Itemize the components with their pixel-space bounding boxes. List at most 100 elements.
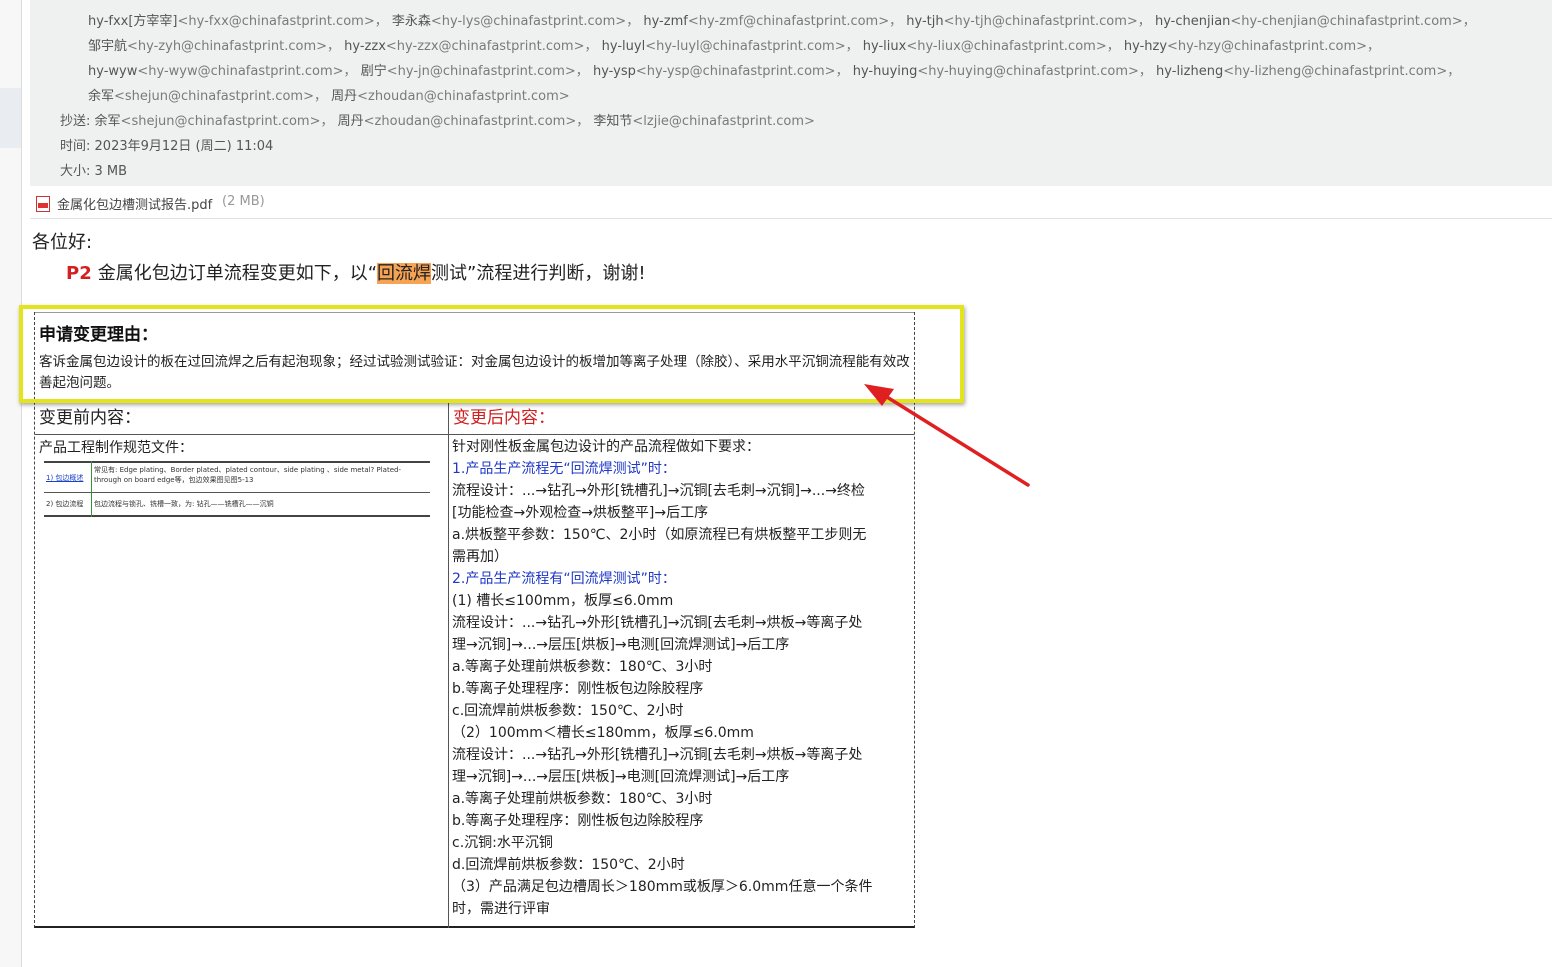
row-divider bbox=[35, 434, 914, 435]
after-line: 时，需进行评审 bbox=[452, 901, 550, 917]
time-label: 时间: bbox=[60, 139, 91, 154]
recipient-name[interactable]: 李知节 bbox=[593, 114, 632, 129]
recipient-email: <hy-liux@chinafastprint.com>， bbox=[906, 39, 1120, 54]
email-header: hy-fxx[方宰宰]<hy-fxx@chinafastprint.com>， … bbox=[30, 0, 1552, 186]
notice-text-before: 金属化包边订单流程变更如下，以“ bbox=[97, 263, 378, 284]
recipients-line-3: hy-wyw<hy-wyw@chinafastprint.com>， 剧宁<hy… bbox=[88, 60, 1460, 79]
recipients-line-4: 余军<shejun@chinafastprint.com>， 周丹<zhouda… bbox=[88, 85, 570, 104]
attachment-row[interactable]: 金属化包边槽测试报告.pdf (2 MB) bbox=[30, 186, 1552, 219]
change-table: 申请变更理由： 客诉金属包边设计的板在过回流焊之后有起泡现象；经过试验测试验证：… bbox=[34, 312, 915, 928]
recipient-name[interactable]: hy-fxx[方宰宰] bbox=[88, 14, 178, 29]
spec-table-image: 1) 包边概述 常见有: Edge plating、Border plated、… bbox=[44, 461, 430, 517]
after-line: （2）100mm＜槽长≤180mm，板厚≤6.0mm bbox=[452, 725, 754, 741]
recipient-name[interactable]: hy-lizheng bbox=[1156, 64, 1223, 79]
spec-row1-text: 常见有: Edge plating、Border plated、plated c… bbox=[94, 466, 401, 484]
left-nav-strip bbox=[0, 0, 22, 967]
before-label: 变更前内容： bbox=[39, 408, 141, 428]
recipient-name[interactable]: hy-tjh bbox=[906, 14, 943, 29]
highlighted-word: 回流焊 bbox=[377, 263, 432, 284]
after-line: a.烘板整平参数：150℃、2小时（如原流程已有烘板整平工步则无 bbox=[452, 527, 867, 543]
recipients-line-2: 邹宇航<hy-zyh@chinafastprint.com>， hy-zzx<h… bbox=[88, 35, 1380, 54]
recipient-email: <zhoudan@chinafastprint.com>， bbox=[363, 114, 590, 129]
recipient-name[interactable]: hy-wyw bbox=[88, 64, 137, 79]
recipient-name[interactable]: hy-luyl bbox=[602, 39, 646, 54]
after-line: 需再加） bbox=[452, 549, 508, 565]
attachment-name[interactable]: 金属化包边槽测试报告.pdf bbox=[57, 194, 212, 213]
time-value: 2023年9月12日 (周二) 11:04 bbox=[94, 139, 274, 154]
p2-label: P2 bbox=[66, 263, 92, 284]
recipient-name[interactable]: 邹宇航 bbox=[88, 39, 127, 54]
highlight-box bbox=[19, 305, 964, 403]
size-line: 大小: 3 MB bbox=[60, 160, 127, 179]
recipient-name[interactable]: 剧宁 bbox=[361, 64, 387, 79]
recipient-email: <hy-huying@chinafastprint.com>， bbox=[917, 64, 1152, 79]
after-line: 理→沉铜]→...→层压[烘板]→电测[回流焊测试]→后工序 bbox=[452, 769, 790, 785]
after-line: 理→沉铜]→...→层压[烘板]→电测[回流焊测试]→后工序 bbox=[452, 637, 790, 653]
after-line: [功能检查→外观检查→烘板整平]→后工序 bbox=[452, 505, 709, 521]
after-line: c.回流焊前烘板参数：150℃、2小时 bbox=[452, 703, 684, 719]
notice-text-after: 测试”流程进行判断，谢谢! bbox=[431, 263, 646, 284]
notice-line: P2 金属化包边订单流程变更如下，以“回流焊测试”流程进行判断，谢谢! bbox=[66, 259, 646, 285]
recipient-email: <hy-tjh@chinafastprint.com>， bbox=[943, 14, 1151, 29]
recipient-name[interactable]: 周丹 bbox=[331, 89, 357, 104]
after-line: 2.产品生产流程有“回流焊测试”时： bbox=[452, 571, 676, 587]
spec-col-divider bbox=[91, 461, 92, 517]
recipient-email: <hy-zmf@chinafastprint.com>， bbox=[687, 14, 903, 29]
attachment-size: (2 MB) bbox=[222, 194, 265, 209]
pdf-icon bbox=[36, 196, 50, 212]
after-line: b.等离子处理程序：刚性板包边除胶程序 bbox=[452, 813, 704, 829]
recipient-email: <hy-lys@chinafastprint.com>， bbox=[430, 14, 640, 29]
after-line: a.等离子处理前烘板参数：180℃、3小时 bbox=[452, 791, 713, 807]
after-line: b.等离子处理程序：刚性板包边除胶程序 bbox=[452, 681, 704, 697]
recipient-name[interactable]: hy-huying bbox=[853, 64, 918, 79]
after-line: d.回流焊前烘板参数：150℃、2小时 bbox=[452, 857, 685, 873]
recipient-email: <lzjie@chinafastprint.com> bbox=[632, 114, 815, 129]
spec-row-divider bbox=[44, 492, 430, 493]
spec-row2-text: 包边流程与锁孔、铣槽一致，为: 钻孔——铣槽孔——沉铜 bbox=[94, 500, 274, 508]
cc-list: 余军<shejun@chinafastprint.com>， 周丹<zhouda… bbox=[95, 114, 815, 129]
recipient-email: <hy-ysp@chinafastprint.com>， bbox=[635, 64, 849, 79]
recipient-email: <hy-wyw@chinafastprint.com>， bbox=[137, 64, 357, 79]
recipient-email: <hy-hzy@chinafastprint.com>， bbox=[1167, 39, 1381, 54]
after-line: 流程设计：...→钻孔→外形[铣槽孔]→沉铜[去毛刺→烘板→等离子处 bbox=[452, 615, 863, 631]
recipient-name[interactable]: hy-hzy bbox=[1124, 39, 1167, 54]
after-cell: 针对刚性板金属包边设计的产品流程做如下要求： 1.产品生产流程无“回流焊测试”时：… bbox=[452, 436, 912, 920]
spec-row2-label: 2) 包边流程 bbox=[46, 500, 84, 508]
selected-item-marker bbox=[0, 88, 21, 148]
annotation-arrow-icon bbox=[864, 384, 1030, 487]
after-line: 流程设计：...→钻孔→外形[铣槽孔]→沉铜[去毛刺→沉铜]→...→终检 bbox=[452, 483, 865, 499]
recipient-email: <hy-lizheng@chinafastprint.com>， bbox=[1223, 64, 1461, 79]
cc-line: 抄送: 余军<shejun@chinafastprint.com>， 周丹<zh… bbox=[60, 110, 815, 129]
recipient-email: <zhoudan@chinafastprint.com> bbox=[357, 89, 570, 104]
after-line: 流程设计：...→钻孔→外形[铣槽孔]→沉铜[去毛刺→烘板→等离子处 bbox=[452, 747, 863, 763]
recipient-email: <shejun@chinafastprint.com>， bbox=[114, 89, 327, 104]
recipient-name[interactable]: hy-ysp bbox=[593, 64, 636, 79]
recipient-name[interactable]: 李永森 bbox=[392, 14, 431, 29]
after-line: （3）产品满足包边槽周长＞180mm或板厚＞6.0mm任意一个条件 bbox=[452, 879, 873, 895]
time-line: 时间: 2023年9月12日 (周二) 11:04 bbox=[60, 135, 273, 154]
before-cell-title: 产品工程制作规范文件： bbox=[39, 440, 193, 456]
recipient-email: <hy-chenjian@chinafastprint.com>， bbox=[1230, 14, 1476, 29]
size-value: 3 MB bbox=[94, 164, 128, 179]
recipient-name[interactable]: hy-zmf bbox=[643, 14, 687, 29]
recipient-name[interactable]: hy-zzx bbox=[344, 39, 386, 54]
recipient-name[interactable]: 余军 bbox=[95, 114, 121, 129]
recipient-email: <hy-luyl@chinafastprint.com>， bbox=[645, 39, 859, 54]
recipient-name[interactable]: 余军 bbox=[88, 89, 114, 104]
recipients-line-1: hy-fxx[方宰宰]<hy-fxx@chinafastprint.com>， … bbox=[88, 10, 1476, 29]
greeting: 各位好: bbox=[32, 232, 93, 253]
after-line: c.沉铜:水平沉铜 bbox=[452, 835, 553, 851]
recipient-name[interactable]: 周丹 bbox=[338, 114, 364, 129]
recipient-email: <hy-fxx@chinafastprint.com>， bbox=[177, 14, 388, 29]
after-line: 1.产品生产流程无“回流焊测试”时： bbox=[452, 461, 676, 477]
recipient-email: <shejun@chinafastprint.com>， bbox=[120, 114, 334, 129]
recipient-email: <hy-jn@chinafastprint.com>， bbox=[386, 64, 589, 79]
size-label: 大小: bbox=[60, 164, 91, 179]
recipient-name[interactable]: hy-liux bbox=[863, 39, 907, 54]
recipient-email: <hy-zzx@chinafastprint.com>， bbox=[385, 39, 598, 54]
after-line: (1) 槽长≤100mm，板厚≤6.0mm bbox=[452, 593, 674, 609]
recipient-name[interactable]: hy-chenjian bbox=[1155, 14, 1230, 29]
after-label: 变更后内容： bbox=[453, 408, 555, 428]
spec-row1-link[interactable]: 1) 包边概述 bbox=[46, 473, 83, 483]
after-line: 针对刚性板金属包边设计的产品流程做如下要求： bbox=[452, 439, 760, 455]
